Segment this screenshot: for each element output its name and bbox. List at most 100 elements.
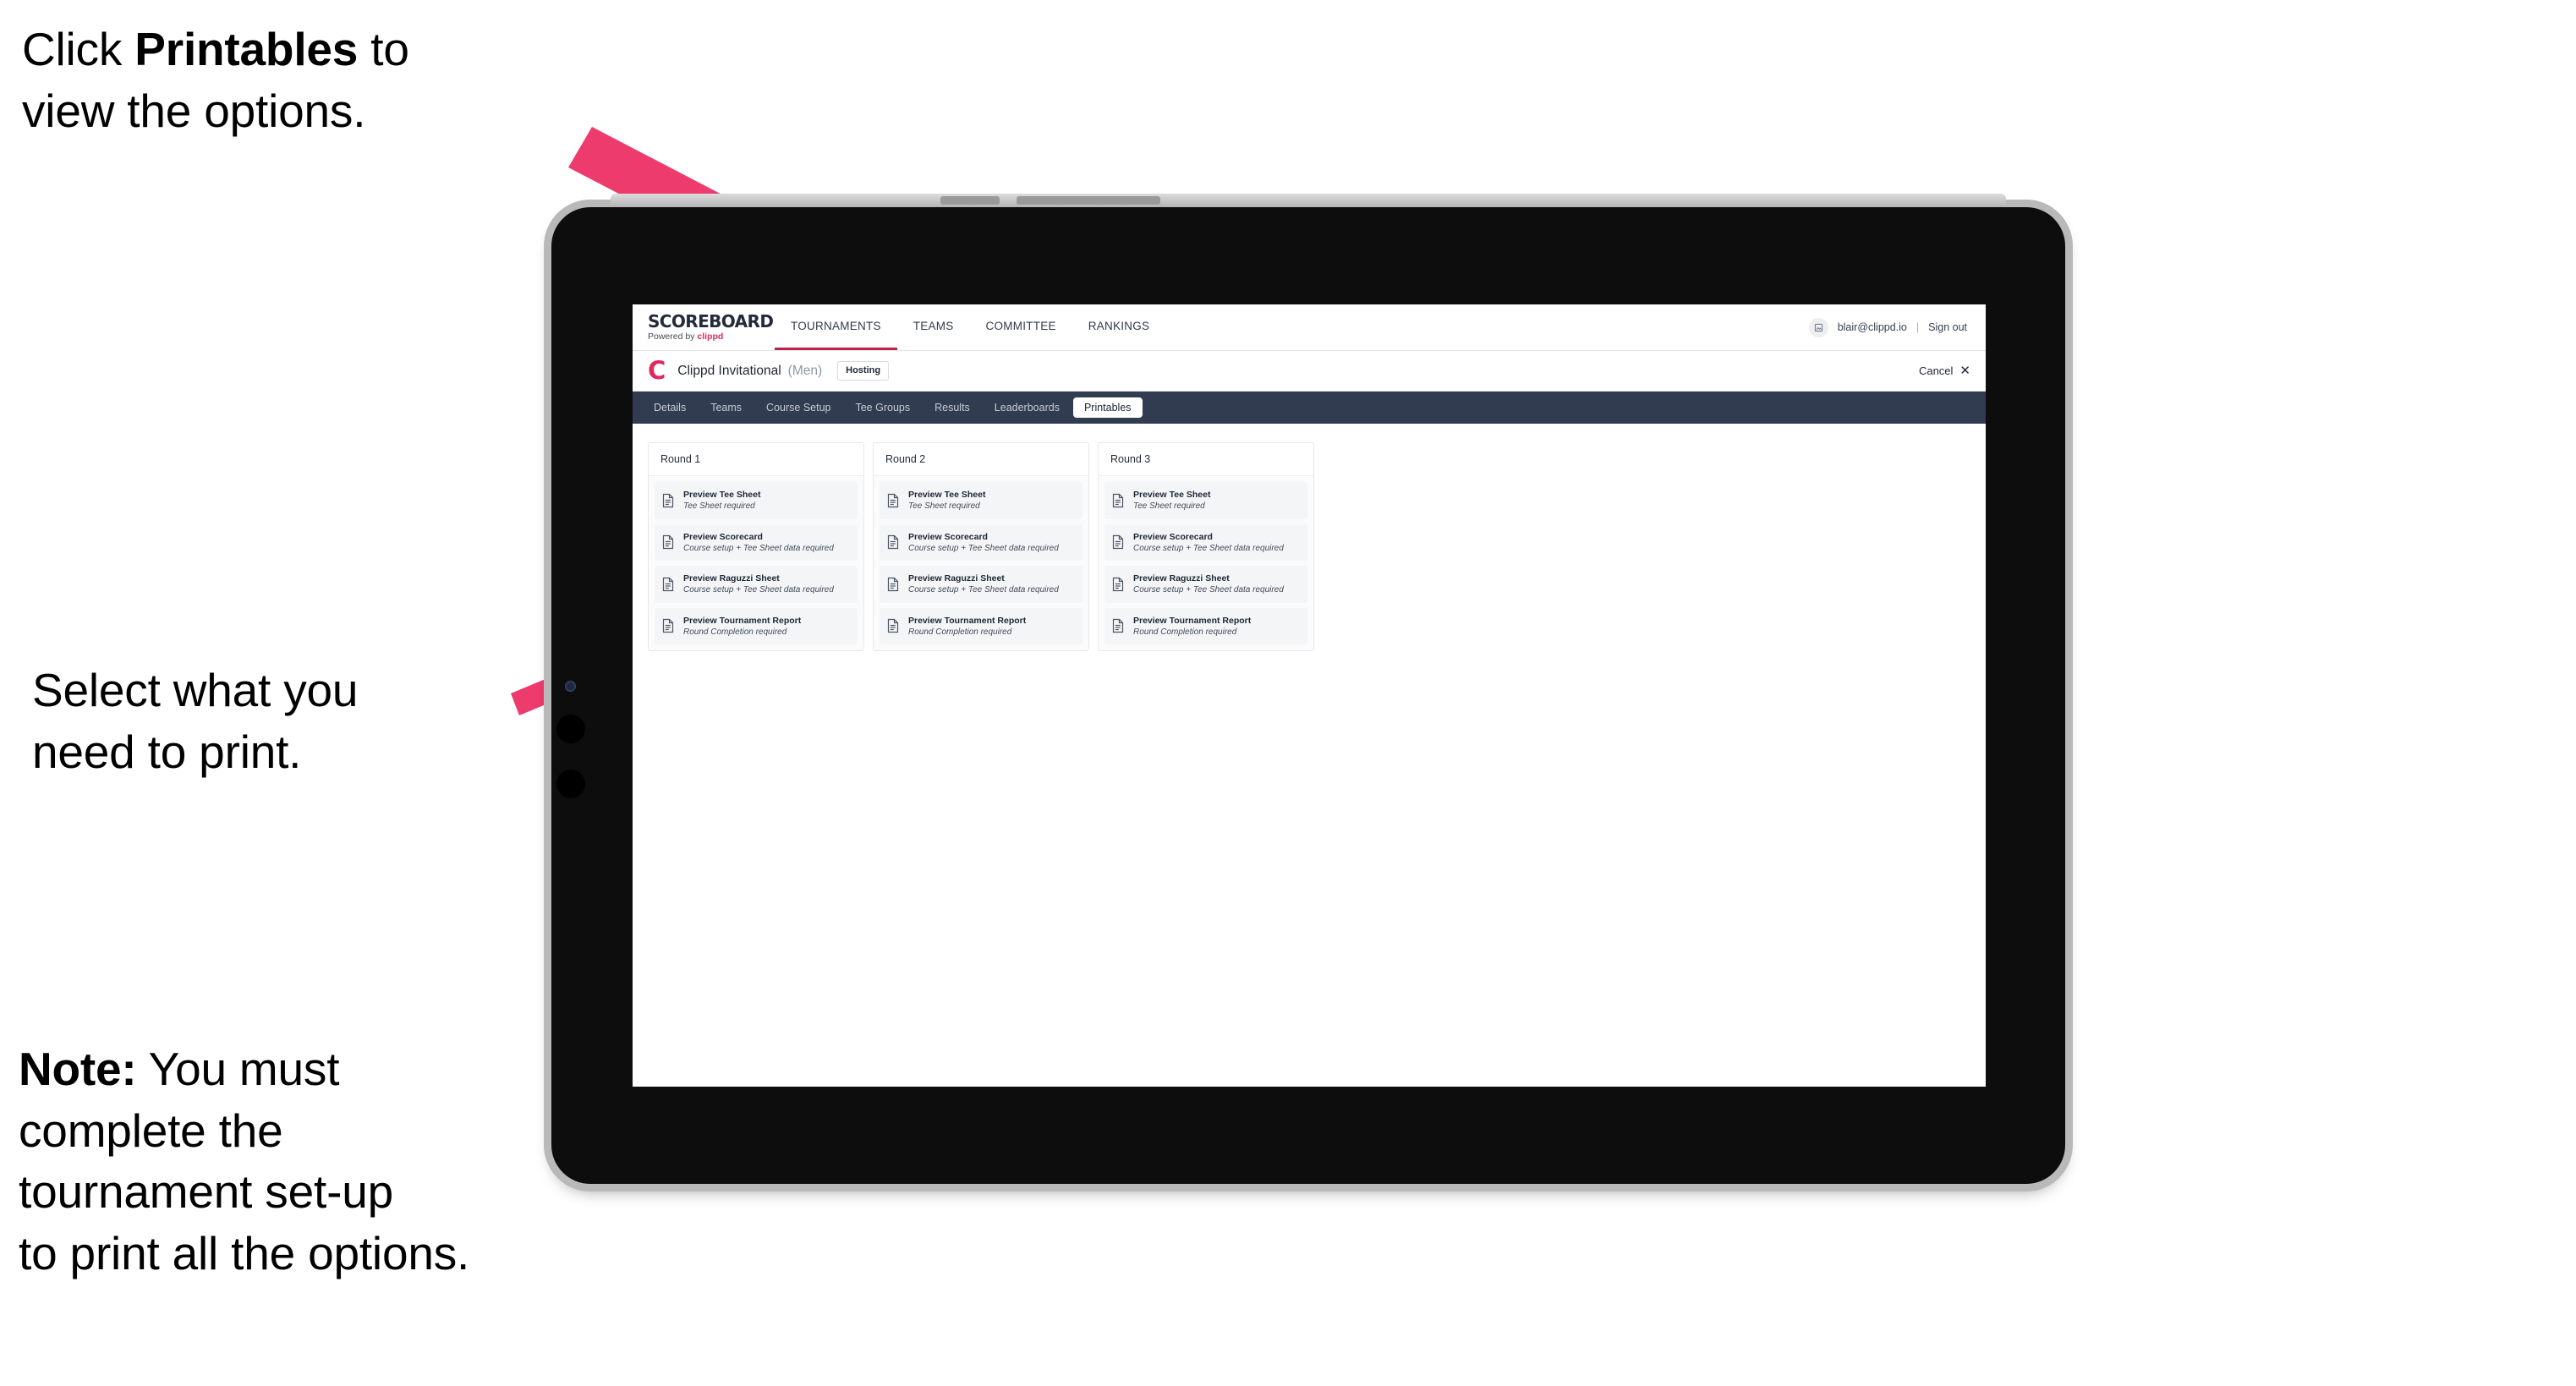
cancel-label: Cancel <box>1918 364 1954 377</box>
round-items: Preview Tee Sheet Tee Sheet required Pre… <box>874 476 1088 651</box>
tablet-top-edge <box>611 194 2006 207</box>
tablet-camera-icon <box>565 681 576 692</box>
close-x-icon: ✕ <box>1959 364 1970 378</box>
printable-requirement: Round Completion required <box>1133 627 1237 637</box>
printable-text: Preview Tee Sheet Tee Sheet required <box>1133 490 1210 512</box>
nav-item-teams[interactable]: TEAMS <box>897 304 970 350</box>
primary-navigation: TOURNAMENTS TEAMS COMMITTEE RANKINGS <box>775 304 1165 350</box>
printable-requirement: Course setup + Tee Sheet data required <box>1133 543 1284 553</box>
printable-text: Preview Tournament Report Round Completi… <box>683 616 801 638</box>
cancel-button[interactable]: Cancel ✕ <box>1919 364 1970 377</box>
clippd-logo-icon: C <box>648 356 666 385</box>
printable-text: Preview Tournament Report Round Completi… <box>908 616 1026 638</box>
nav-item-rankings[interactable]: RANKINGS <box>1072 304 1166 350</box>
round-title: Round 3 <box>1099 443 1313 476</box>
rounds-container: Round 1 Preview Tee Sheet Tee Sheet requ… <box>648 442 1970 652</box>
printable-title: Preview Scorecard <box>1133 531 1213 542</box>
tablet-volume-up-button[interactable] <box>556 715 585 743</box>
annotation-2-line2: need to print. <box>32 725 302 778</box>
document-icon <box>1111 577 1125 592</box>
app-header: SCOREBOARD Powered by clippd TOURNAMENTS… <box>633 304 1986 351</box>
round-title: Round 1 <box>649 443 863 476</box>
printable-text: Preview Raguzzi Sheet Course setup + Tee… <box>683 573 834 595</box>
annotation-3-bold: Note: <box>19 1043 137 1095</box>
printable-title: Preview Raguzzi Sheet <box>1133 573 1230 584</box>
tablet-volume-down-button[interactable] <box>556 770 585 798</box>
printable-item-tournament-report[interactable]: Preview Tournament Report Round Completi… <box>655 607 858 645</box>
document-icon <box>661 577 675 592</box>
tab-teams[interactable]: Teams <box>699 397 753 419</box>
printable-item-raguzzi-sheet[interactable]: Preview Raguzzi Sheet Course setup + Tee… <box>880 566 1082 603</box>
printable-requirement: Course setup + Tee Sheet data required <box>908 585 1059 595</box>
printable-text: Preview Scorecard Course setup + Tee She… <box>683 532 834 554</box>
printable-title: Preview Scorecard <box>683 531 763 542</box>
round-card: Round 3 Preview Tee Sheet Tee Sheet requ… <box>1098 442 1314 652</box>
section-tabs: Details Teams Course Setup Tee Groups Re… <box>633 392 1986 424</box>
document-icon <box>661 534 675 550</box>
brand-subtitle: Powered by clippd <box>648 332 775 342</box>
tab-results[interactable]: Results <box>924 397 981 419</box>
brand-title: SCOREBOARD <box>648 311 774 332</box>
tournament-header: C Clippd Invitational (Men) Hosting Canc… <box>633 351 1986 392</box>
brand-sub-prefix: Powered by <box>648 331 698 342</box>
document-icon <box>886 493 900 508</box>
tab-details[interactable]: Details <box>643 397 697 419</box>
printable-text: Preview Raguzzi Sheet Course setup + Tee… <box>1133 573 1284 595</box>
tablet-top-button-b[interactable] <box>1017 196 1160 205</box>
document-icon <box>661 618 675 633</box>
annotation-1-bold: Printables <box>134 23 359 75</box>
printable-item-tournament-report[interactable]: Preview Tournament Report Round Completi… <box>1104 607 1307 645</box>
nav-item-committee[interactable]: COMMITTEE <box>970 304 1072 350</box>
round-title: Round 2 <box>874 443 1088 476</box>
annotation-click-printables: Click Printables to view the options. <box>22 19 409 141</box>
status-badge: Hosting <box>837 361 890 381</box>
printable-item-tee-sheet[interactable]: Preview Tee Sheet Tee Sheet required <box>1104 482 1307 519</box>
annotation-1-pre: Click <box>22 23 135 75</box>
round-items: Preview Tee Sheet Tee Sheet required Pre… <box>1099 476 1313 651</box>
screenshot-stage: Click Printables to view the options. Se… <box>0 0 2576 1386</box>
printable-title: Preview Tee Sheet <box>1133 490 1211 500</box>
printable-item-tournament-report[interactable]: Preview Tournament Report Round Completi… <box>880 607 1082 645</box>
printable-item-scorecard[interactable]: Preview Scorecard Course setup + Tee She… <box>1104 523 1307 562</box>
printable-requirement: Course setup + Tee Sheet data required <box>908 543 1059 553</box>
printable-title: Preview Raguzzi Sheet <box>683 573 780 584</box>
brand-logo[interactable]: SCOREBOARD Powered by clippd <box>633 304 775 350</box>
printable-item-tee-sheet[interactable]: Preview Tee Sheet Tee Sheet required <box>655 482 858 519</box>
tab-leaderboards[interactable]: Leaderboards <box>984 397 1071 419</box>
printable-text: Preview Tee Sheet Tee Sheet required <box>908 490 985 512</box>
tab-tee-groups[interactable]: Tee Groups <box>844 397 921 419</box>
printable-requirement: Course setup + Tee Sheet data required <box>1133 585 1284 595</box>
tab-printables[interactable]: Printables <box>1072 397 1143 419</box>
user-divider: | <box>1916 321 1920 333</box>
printable-title: Preview Raguzzi Sheet <box>908 573 1005 584</box>
tablet-top-button-a[interactable] <box>940 196 1000 205</box>
printable-title: Preview Tee Sheet <box>908 490 986 500</box>
tablet-device: SCOREBOARD Powered by clippd TOURNAMENTS… <box>551 194 2065 1184</box>
printable-item-scorecard[interactable]: Preview Scorecard Course setup + Tee She… <box>655 523 858 562</box>
printables-content: Round 1 Preview Tee Sheet Tee Sheet requ… <box>633 424 1986 1087</box>
printable-requirement: Course setup + Tee Sheet data required <box>683 585 834 595</box>
user-email: blair@clippd.io <box>1837 321 1907 333</box>
nav-item-tournaments[interactable]: TOURNAMENTS <box>775 304 897 350</box>
printable-title: Preview Tournament Report <box>1133 615 1252 626</box>
avatar[interactable] <box>1808 317 1828 337</box>
sign-out-link[interactable]: Sign out <box>1928 321 1967 333</box>
printable-requirement: Tee Sheet required <box>908 501 980 512</box>
printable-item-raguzzi-sheet[interactable]: Preview Raguzzi Sheet Course setup + Tee… <box>1104 566 1307 603</box>
annotation-2-line1: Select what you <box>32 664 359 716</box>
printable-requirement: Course setup + Tee Sheet data required <box>683 543 834 553</box>
printable-item-tee-sheet[interactable]: Preview Tee Sheet Tee Sheet required <box>880 482 1082 519</box>
printable-title: Preview Scorecard <box>908 531 988 542</box>
tournament-gender: (Men) <box>787 363 823 378</box>
printable-item-raguzzi-sheet[interactable]: Preview Raguzzi Sheet Course setup + Tee… <box>655 566 858 603</box>
tablet-screen: SCOREBOARD Powered by clippd TOURNAMENTS… <box>633 304 1986 1087</box>
document-icon <box>1111 534 1125 550</box>
tab-course-setup[interactable]: Course Setup <box>755 397 841 419</box>
document-icon <box>661 493 675 508</box>
printable-item-scorecard[interactable]: Preview Scorecard Course setup + Tee She… <box>880 523 1082 562</box>
tournament-name: Clippd Invitational <box>677 363 781 378</box>
document-icon <box>1111 493 1125 508</box>
printable-title: Preview Tournament Report <box>908 615 1027 626</box>
printable-title: Preview Tournament Report <box>683 615 802 626</box>
round-card: Round 2 Preview Tee Sheet Tee Sheet requ… <box>873 442 1089 652</box>
